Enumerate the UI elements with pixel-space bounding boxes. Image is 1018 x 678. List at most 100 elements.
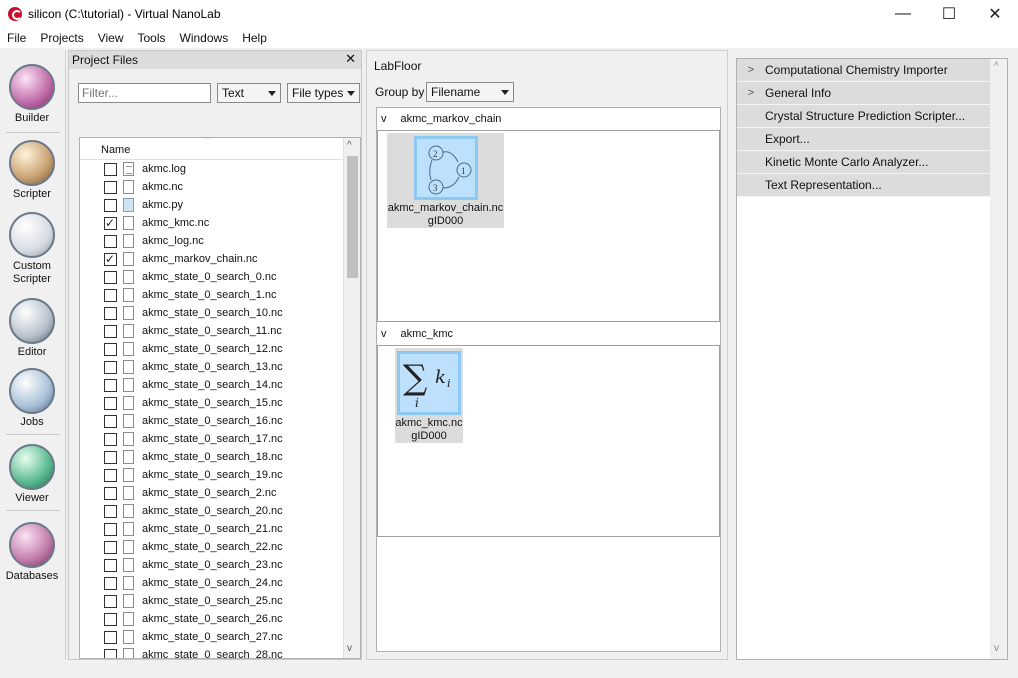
file-checkbox[interactable]: [104, 216, 117, 230]
close-button[interactable]: ✕: [972, 0, 1018, 28]
file-row[interactable]: akmc_state_0_search_17.nc: [80, 430, 360, 448]
menu-windows[interactable]: Windows: [173, 31, 236, 45]
file-checkbox[interactable]: [104, 180, 117, 194]
file-checkbox[interactable]: [104, 270, 117, 284]
file-checkbox[interactable]: [104, 198, 117, 212]
file-checkbox[interactable]: [104, 450, 117, 464]
menu-projects[interactable]: Projects: [33, 31, 90, 45]
file-row[interactable]: akmc_state_0_search_10.nc: [80, 304, 360, 322]
file-types-dropdown[interactable]: File types: [287, 83, 360, 103]
file-checkbox[interactable]: [104, 630, 117, 644]
menu-tools[interactable]: Tools: [131, 31, 173, 45]
file-row[interactable]: akmc_state_0_search_19.nc: [80, 466, 360, 484]
scroll-up-icon[interactable]: ^: [994, 61, 999, 72]
scroll-down-icon[interactable]: v: [347, 643, 352, 654]
filter-type-dropdown[interactable]: Text: [217, 83, 281, 103]
minimize-button[interactable]: —: [880, 0, 926, 28]
file-row[interactable]: akmc_log.nc: [80, 232, 360, 250]
file-checkbox[interactable]: [104, 378, 117, 392]
expand-chevron-icon[interactable]: >: [737, 64, 765, 76]
file-checkbox[interactable]: [104, 522, 117, 536]
file-row[interactable]: akmc_state_0_search_20.nc: [80, 502, 360, 520]
menu-help[interactable]: Help: [235, 31, 274, 45]
file-checkbox[interactable]: [104, 414, 117, 428]
file-row[interactable]: akmc_state_0_search_2.nc: [80, 484, 360, 502]
file-row[interactable]: akmc_state_0_search_0.nc: [80, 268, 360, 286]
file-checkbox[interactable]: [104, 162, 117, 176]
file-row[interactable]: akmc.py: [80, 196, 360, 214]
filter-input[interactable]: [78, 83, 211, 103]
file-row[interactable]: akmc_state_0_search_23.nc: [80, 556, 360, 574]
labfloor-item[interactable]: ∑ k i i akmc_kmc.nc gID000: [395, 348, 463, 443]
tool-crystal-structure-prediction[interactable]: Crystal Structure Prediction Scripter...: [737, 105, 991, 128]
labfloor-item[interactable]: 2 1 3 akmc_markov_chain.nc gID000: [387, 133, 504, 228]
custom-scripter-tool[interactable]: Custom Scripter: [0, 212, 64, 286]
menu-file[interactable]: File: [0, 31, 33, 45]
file-checkbox[interactable]: [104, 288, 117, 302]
file-list-scrollbar[interactable]: ^ v: [343, 138, 360, 658]
close-panel-icon[interactable]: ✕: [345, 51, 356, 67]
file-checkbox[interactable]: [104, 396, 117, 410]
file-checkbox[interactable]: [104, 540, 117, 554]
column-header-name[interactable]: Name: [101, 144, 130, 156]
tool-export[interactable]: Export...: [737, 128, 991, 151]
tool-general-info[interactable]: > General Info: [737, 82, 991, 105]
expand-chevron-icon[interactable]: >: [737, 87, 765, 99]
file-checkbox[interactable]: [104, 648, 117, 658]
file-checkbox[interactable]: [104, 468, 117, 482]
file-checkbox[interactable]: [104, 594, 117, 608]
scroll-up-icon[interactable]: ^: [347, 140, 352, 151]
scroll-down-icon[interactable]: v: [994, 643, 999, 654]
file-checkbox[interactable]: [104, 486, 117, 500]
file-row[interactable]: akmc_state_0_search_24.nc: [80, 574, 360, 592]
file-row[interactable]: akmc.log: [80, 160, 360, 178]
file-checkbox[interactable]: [104, 306, 117, 320]
editor-tool[interactable]: Editor: [0, 298, 64, 358]
file-row[interactable]: akmc_state_0_search_26.nc: [80, 610, 360, 628]
file-row[interactable]: akmc_state_0_search_1.nc: [80, 286, 360, 304]
file-row[interactable]: akmc_state_0_search_28.nc: [80, 646, 360, 658]
scrollbar-thumb[interactable]: [347, 156, 358, 278]
file-row[interactable]: akmc_kmc.nc: [80, 214, 360, 232]
file-row[interactable]: akmc_state_0_search_16.nc: [80, 412, 360, 430]
file-checkbox[interactable]: [104, 432, 117, 446]
file-row[interactable]: akmc_state_0_search_21.nc: [80, 520, 360, 538]
file-row[interactable]: akmc_state_0_search_12.nc: [80, 340, 360, 358]
databases-tool[interactable]: Databases: [0, 522, 64, 582]
menu-view[interactable]: View: [91, 31, 131, 45]
file-checkbox[interactable]: [104, 612, 117, 626]
tool-kinetic-monte-carlo-analyzer[interactable]: Kinetic Monte Carlo Analyzer...: [737, 151, 991, 174]
sort-ascending-icon[interactable]: ^: [206, 138, 211, 145]
file-checkbox[interactable]: [104, 576, 117, 590]
file-checkbox[interactable]: [104, 360, 117, 374]
maximize-button[interactable]: ☐: [926, 0, 972, 28]
file-checkbox[interactable]: [104, 342, 117, 356]
viewer-tool[interactable]: Viewer: [0, 444, 64, 504]
group-header-kmc[interactable]: v akmc_kmc: [377, 323, 720, 345]
group-header-markov-chain[interactable]: v akmc_markov_chain: [377, 108, 720, 130]
tools-panel-scrollbar[interactable]: ^ v: [990, 59, 1007, 659]
tool-text-representation[interactable]: Text Representation...: [737, 174, 991, 197]
file-checkbox[interactable]: [104, 252, 117, 266]
jobs-tool[interactable]: Jobs: [0, 368, 64, 428]
group-by-dropdown[interactable]: Filename: [426, 82, 514, 102]
file-checkbox[interactable]: [104, 558, 117, 572]
file-checkbox[interactable]: [104, 234, 117, 248]
file-checkbox[interactable]: [104, 504, 117, 518]
tool-computational-chemistry-importer[interactable]: > Computational Chemistry Importer: [737, 59, 991, 82]
file-row[interactable]: akmc.nc: [80, 178, 360, 196]
builder-tool[interactable]: Builder: [0, 64, 64, 124]
file-row[interactable]: akmc_state_0_search_11.nc: [80, 322, 360, 340]
file-row[interactable]: akmc_state_0_search_13.nc: [80, 358, 360, 376]
file-checkbox[interactable]: [104, 324, 117, 338]
file-row[interactable]: akmc_state_0_search_27.nc: [80, 628, 360, 646]
scripter-tool[interactable]: Scripter: [0, 140, 64, 200]
file-row[interactable]: akmc_state_0_search_25.nc: [80, 592, 360, 610]
file-row[interactable]: akmc_markov_chain.nc: [80, 250, 360, 268]
collapse-chevron-icon[interactable]: v: [381, 113, 387, 125]
file-row[interactable]: akmc_state_0_search_14.nc: [80, 376, 360, 394]
collapse-chevron-icon[interactable]: v: [381, 328, 387, 340]
file-row[interactable]: akmc_state_0_search_15.nc: [80, 394, 360, 412]
file-row[interactable]: akmc_state_0_search_18.nc: [80, 448, 360, 466]
file-row[interactable]: akmc_state_0_search_22.nc: [80, 538, 360, 556]
